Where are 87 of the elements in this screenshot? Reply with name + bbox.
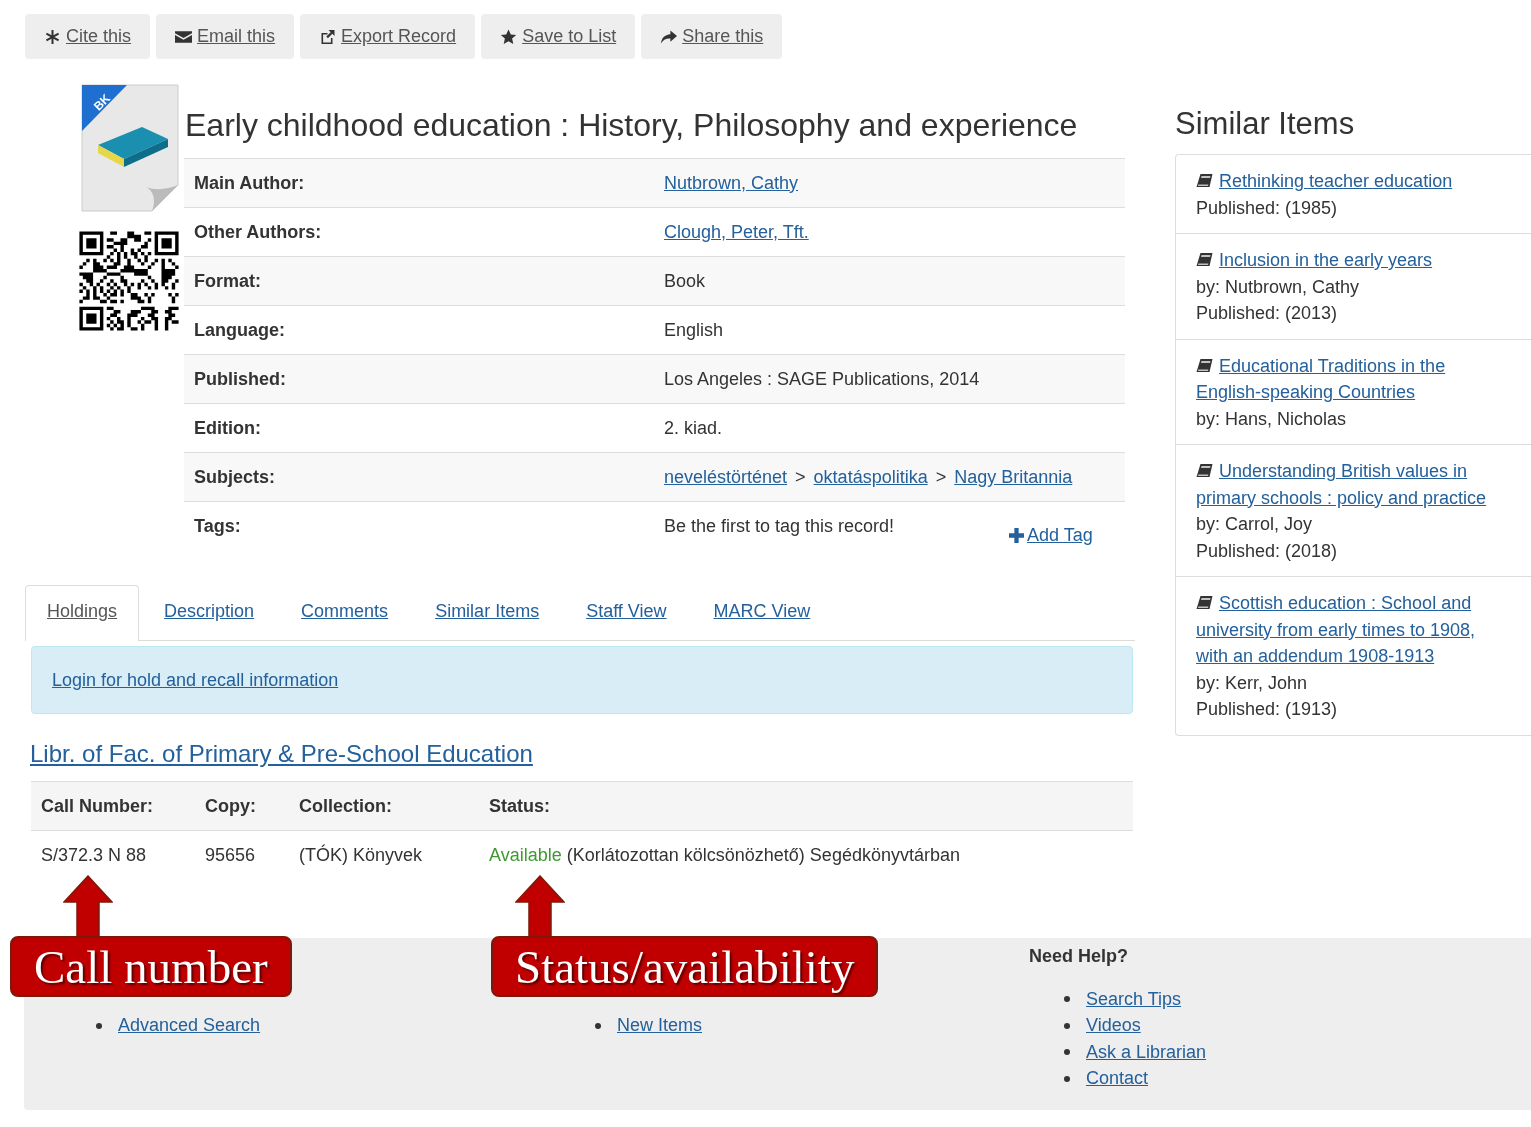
separator: > [795,466,806,488]
status-text: Available (Korlátozottan kölcsönözhető) Segédkönyvtárban [489,844,960,866]
book-icon [1196,358,1213,373]
author-link[interactable]: Nutbrown, Cathy [664,172,799,194]
footer-link[interactable]: New Items [617,1015,703,1037]
item-meta: Published: (2018) [1196,539,1339,563]
column-header: Collection: [299,795,393,817]
field-label: Format: [193,270,262,292]
field-label: Other Authors: [193,221,323,243]
item-meta: by: Carrol, Joy [1196,513,1314,536]
item-meta: by: Nutbrown, Cathy [1196,275,1361,299]
tab[interactable]: Comments [279,585,411,640]
subject-link[interactable]: oktatáspolitika [813,466,928,488]
subject-link[interactable]: Nagy Britannia [954,466,1073,488]
login-link[interactable]: Login for hold and recall information [52,669,339,691]
footer-link[interactable]: Advanced Search [118,1015,261,1037]
sidebar-title: Similar Items [1175,106,1356,142]
tab[interactable]: Staff View [564,585,689,640]
footer-link[interactable]: Search Tips [1086,988,1182,1010]
asterisk-icon [44,28,61,45]
item-meta: Published: (1913) [1196,698,1339,721]
toolbar-button[interactable]: Save to List [481,14,636,59]
toolbar-button[interactable]: Share this [641,14,783,59]
item-meta: by: Hans, Nicholas [1196,407,1348,431]
bullet-icon [1064,996,1070,1003]
similar-item-link[interactable]: Inclusion in the early years [1196,247,1496,274]
add-tag-link[interactable]: Add Tag [1009,525,1093,546]
tab[interactable]: Holdings [25,585,140,641]
field-value: Book [664,270,706,292]
field-value: Los Angeles : SAGE Publications, 2014 [664,368,980,390]
up-arrow [515,875,565,937]
toolbar-button[interactable]: Cite this [25,14,151,59]
column-header: Call Number: [40,795,155,817]
separator: > [935,466,947,488]
book-icon [1196,464,1213,478]
annotation-label: Status/availability [491,936,879,997]
location-link[interactable]: Libr. of Fac. of Primary & Pre-School Education [30,740,533,768]
field-value: Be the first to tag this record! [664,515,895,537]
column-header: Status: [489,795,550,817]
similar-item-link[interactable]: Understanding British values in primary schools : policy and practice [1196,458,1496,511]
field-label: Subjects: [193,466,277,488]
star-icon [500,28,518,45]
subject-link[interactable]: neveléstörténet [664,466,788,488]
bullet-icon [1064,1049,1070,1056]
footer-link[interactable]: Contact [1086,1068,1149,1090]
share-icon [660,28,678,45]
column-header: Copy: [205,795,257,817]
footer-link[interactable]: Videos [1086,1015,1141,1037]
footer-link[interactable]: Ask a Librarian [1086,1041,1207,1063]
field-label: Edition: [193,417,262,439]
record-title: Early childhood education : History, Philosophy and experience [185,107,1079,144]
item-meta: by: Kerr, John [1196,671,1309,695]
author-link[interactable]: Clough, Peter, Tft. [664,221,809,243]
field-label: Published: [193,368,287,390]
field-label: Language: [193,319,286,341]
external-link-icon [319,28,337,45]
bullet-icon [1064,1022,1070,1029]
tab[interactable]: MARC View [691,585,833,640]
annotation-label: Call number [10,936,292,997]
field-label: Main Author: [193,172,306,194]
tab[interactable]: Description [142,585,277,640]
similar-item-link[interactable]: Rethinking teacher education [1196,168,1496,195]
envelope-icon [175,28,193,45]
book-icon [1196,253,1213,267]
bullet-icon [595,1022,601,1029]
item-meta: Published: (1985) [1196,196,1339,220]
plus-icon [1009,528,1024,543]
book-icon [1196,174,1213,188]
bullet-icon [1064,1075,1070,1082]
field-value: English [664,319,724,341]
similar-item-link[interactable]: Scottish education : School and university from early times to 1908, with an addendum 1908-1913 [1196,590,1496,670]
toolbar-button[interactable]: Email this [156,14,295,59]
call-number: S/372.3 N 88 [40,844,148,866]
field-value: 2. kiad. [664,417,723,439]
item-meta: Published: (2013) [1196,302,1339,325]
book-icon [1196,596,1213,610]
footer-heading: Need Help? [1029,946,1130,968]
tab[interactable]: Similar Items [413,585,562,640]
up-arrow [63,875,113,937]
book-cover-icon: BK [80,83,180,213]
bullet-icon [96,1022,102,1029]
qr-code-icon [76,228,182,334]
collection: (TÓK) Könyvek [299,844,424,866]
copy-number: 95656 [205,844,257,866]
similar-item-link[interactable]: Educational Traditions in the English-speaking Countries [1196,352,1496,406]
toolbar-button[interactable]: Export Record [300,14,476,59]
field-label: Tags: [193,515,242,537]
